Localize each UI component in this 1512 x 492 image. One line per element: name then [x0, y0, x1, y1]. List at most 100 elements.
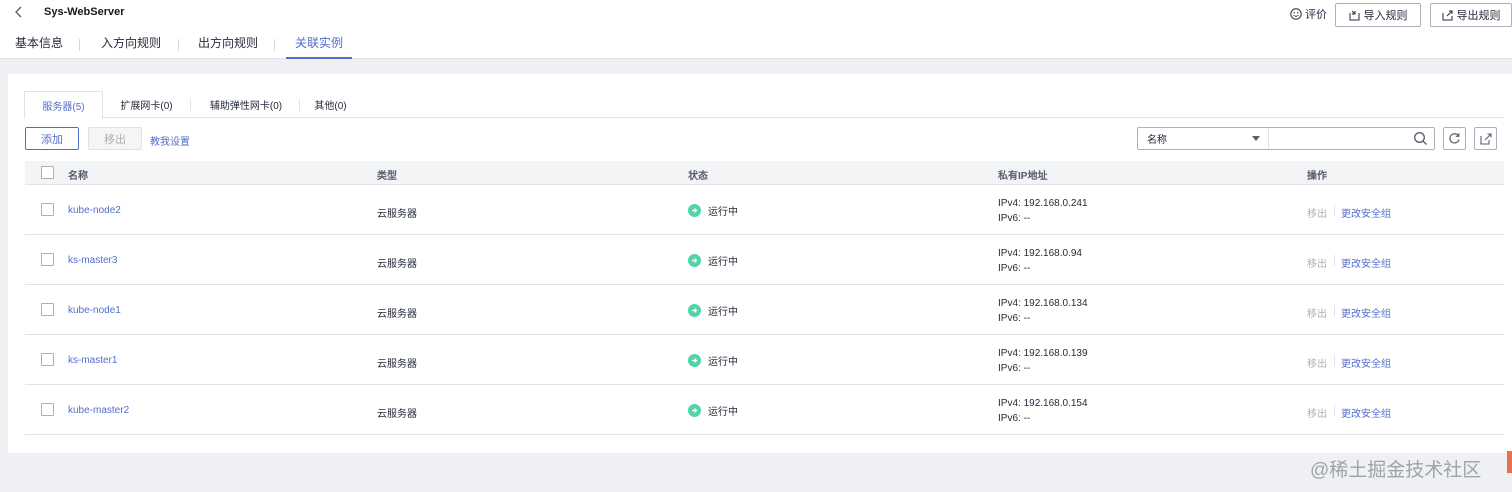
- action-divider: [1334, 205, 1335, 216]
- private-ip: IPv4: 192.168.0.241 IPv6: --: [998, 196, 1088, 226]
- search-field-select[interactable]: 名称: [1138, 128, 1269, 149]
- instance-name-link[interactable]: ks-master1: [68, 355, 117, 366]
- change-security-group-link[interactable]: 更改安全组: [1341, 205, 1391, 220]
- instance-name-link[interactable]: kube-node2: [68, 205, 121, 216]
- instance-type: 云服务器: [377, 359, 417, 370]
- refresh-icon: [1449, 133, 1460, 144]
- action-divider: [1334, 305, 1335, 316]
- running-status-icon: [688, 204, 701, 217]
- tab-divider: [178, 39, 179, 51]
- instance-name-link[interactable]: kube-node1: [68, 305, 121, 316]
- export-rules-label: 导出规则: [1456, 10, 1501, 22]
- row-checkbox[interactable]: [41, 203, 54, 216]
- page-title: Sys-WebServer: [44, 6, 125, 18]
- row-remove-action[interactable]: 移出: [1307, 355, 1327, 370]
- running-status-icon: [688, 304, 701, 317]
- instance-status: 运行中: [688, 253, 738, 268]
- instance-type: 云服务器: [377, 209, 417, 220]
- ipv4-address: IPv4: 192.168.0.241: [998, 198, 1088, 209]
- tab-associated-instances[interactable]: 关联实例: [286, 34, 352, 59]
- row-remove-action[interactable]: 移出: [1307, 255, 1327, 270]
- ipv4-address: IPv4: 192.168.0.139: [998, 348, 1088, 359]
- change-security-group-link[interactable]: 更改安全组: [1341, 405, 1391, 420]
- status-label: 运行中: [708, 307, 738, 318]
- rate-label: 评价: [1305, 9, 1327, 21]
- ipv6-address: IPv6: --: [998, 213, 1031, 224]
- table-header: 名称 类型 状态 私有IP地址 操作: [25, 161, 1504, 185]
- tab-inbound-rules[interactable]: 入方向规则: [101, 34, 161, 59]
- ipv4-address: IPv4: 192.168.0.134: [998, 298, 1088, 309]
- subtab-extension-nics[interactable]: 扩展网卡(0): [109, 91, 184, 118]
- select-all-checkbox[interactable]: [41, 166, 54, 179]
- tab-outbound-rules[interactable]: 出方向规则: [198, 34, 258, 59]
- status-label: 运行中: [708, 257, 738, 268]
- export-rules-button[interactable]: 导出规则: [1430, 3, 1512, 27]
- instance-status: 运行中: [688, 403, 738, 418]
- instance-status: 运行中: [688, 303, 738, 318]
- export-icon: [1442, 10, 1452, 20]
- table-row: kube-node2 云服务器 运行中 IPv4: 192.168.0.241 …: [25, 185, 1504, 235]
- import-rules-label: 导入规则: [1363, 10, 1408, 22]
- change-security-group-link[interactable]: 更改安全组: [1341, 355, 1391, 370]
- row-remove-action[interactable]: 移出: [1307, 305, 1327, 320]
- refresh-button[interactable]: [1443, 127, 1466, 150]
- change-security-group-link[interactable]: 更改安全组: [1341, 305, 1391, 320]
- subtab-others[interactable]: 其他(0): [304, 91, 357, 118]
- row-checkbox[interactable]: [41, 303, 54, 316]
- rate-button[interactable]: 评价: [1290, 5, 1340, 23]
- watermark-text: @稀土掘金技术社区: [1310, 460, 1482, 481]
- external-link-icon: [1479, 132, 1492, 145]
- search-bar: 名称: [1137, 127, 1435, 150]
- instance-status: 运行中: [688, 203, 738, 218]
- running-status-icon: [688, 354, 701, 367]
- column-header-type: 类型: [377, 171, 397, 182]
- feedback-tab-edge[interactable]: [1507, 451, 1512, 473]
- help-setup-link[interactable]: 教我设置: [150, 133, 190, 148]
- ipv6-address: IPv6: --: [998, 413, 1031, 424]
- remove-button[interactable]: 移出: [88, 127, 142, 150]
- private-ip: IPv4: 192.168.0.139 IPv6: --: [998, 346, 1088, 376]
- action-divider: [1334, 355, 1335, 366]
- search-field-value: 名称: [1147, 135, 1167, 146]
- subtab-divider: [190, 99, 191, 111]
- column-header-private-ip: 私有IP地址: [998, 171, 1048, 182]
- instance-name-link[interactable]: kube-master2: [68, 405, 129, 416]
- search-icon[interactable]: [1413, 131, 1428, 146]
- instance-type: 云服务器: [377, 409, 417, 420]
- action-divider: [1334, 405, 1335, 416]
- back-arrow-icon[interactable]: [12, 4, 26, 20]
- private-ip: IPv4: 192.168.0.154 IPv6: --: [998, 396, 1088, 426]
- smiley-icon: [1290, 8, 1302, 20]
- subtab-supplementary-nics[interactable]: 辅助弹性网卡(0): [198, 91, 294, 118]
- row-checkbox[interactable]: [41, 253, 54, 266]
- instance-type-tabs: 服务器(5) 扩展网卡(0) 辅助弹性网卡(0) 其他(0): [24, 91, 1504, 119]
- row-checkbox[interactable]: [41, 353, 54, 366]
- caret-down-icon: [1252, 136, 1260, 141]
- export-list-button[interactable]: [1474, 127, 1497, 150]
- ipv4-address: IPv4: 192.168.0.94: [998, 248, 1082, 259]
- action-divider: [1334, 255, 1335, 266]
- status-label: 运行中: [708, 357, 738, 368]
- instance-status: 运行中: [688, 353, 738, 368]
- ipv6-address: IPv6: --: [998, 363, 1031, 374]
- tab-basic-info[interactable]: 基本信息: [15, 34, 63, 59]
- row-remove-action[interactable]: 移出: [1307, 205, 1327, 220]
- search-input[interactable]: [1270, 128, 1410, 149]
- column-header-actions: 操作: [1307, 171, 1327, 182]
- row-remove-action[interactable]: 移出: [1307, 405, 1327, 420]
- instance-type: 云服务器: [377, 259, 417, 270]
- change-security-group-link[interactable]: 更改安全组: [1341, 255, 1391, 270]
- add-button[interactable]: 添加: [25, 127, 79, 150]
- column-header-name: 名称: [68, 171, 88, 182]
- running-status-icon: [688, 404, 701, 417]
- private-ip: IPv4: 192.168.0.134 IPv6: --: [998, 296, 1088, 326]
- instance-name-link[interactable]: ks-master3: [68, 255, 117, 266]
- subtab-servers[interactable]: 服务器(5): [24, 91, 103, 119]
- tab-divider: [79, 39, 80, 51]
- row-checkbox[interactable]: [41, 403, 54, 416]
- table-row: kube-node1 云服务器 运行中 IPv4: 192.168.0.134 …: [25, 285, 1504, 335]
- private-ip: IPv4: 192.168.0.94 IPv6: --: [998, 246, 1082, 276]
- instance-type: 云服务器: [377, 309, 417, 320]
- import-rules-button[interactable]: 导入规则: [1335, 3, 1421, 27]
- table-row: ks-master1 云服务器 运行中 IPv4: 192.168.0.139 …: [25, 335, 1504, 385]
